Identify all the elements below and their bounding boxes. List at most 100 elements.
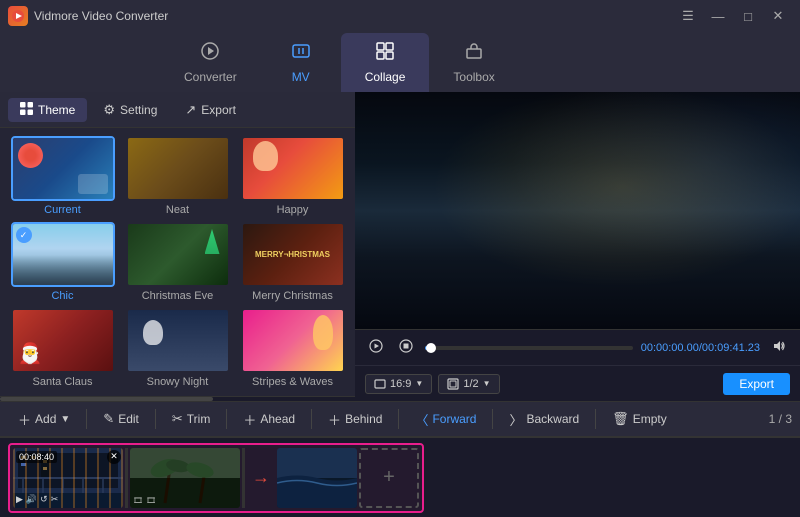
ratio-selector[interactable]: 16:9 ▼ — [365, 374, 432, 394]
ahead-icon: ＋ — [243, 410, 256, 429]
theme-thumb-current — [11, 136, 115, 201]
theme-thumb-chic: ✓ — [11, 222, 115, 287]
clip-divider-2 — [242, 448, 245, 508]
city-bg — [355, 92, 800, 329]
theme-item-snowy[interactable]: Snowy Night — [123, 308, 232, 388]
forward-button[interactable]: 〈 Forward — [405, 406, 486, 433]
theme-item-christmas-eve[interactable]: Christmas Eve — [123, 222, 232, 302]
export-button[interactable]: Export — [723, 373, 790, 395]
ratio-dropdown-icon: ▼ — [415, 379, 423, 388]
backward-button[interactable]: 〉 Backward — [499, 406, 589, 433]
tab-collage-label: Collage — [365, 70, 406, 84]
timeline-inner: 00:08:40 ✕ ▶ 🔊 ↺ ✂ — [8, 443, 424, 513]
trim-button[interactable]: ✂ Trim — [162, 407, 220, 431]
sub-tabs: Theme ⚙ Setting ↗ Export — [0, 92, 355, 128]
minimize-btn[interactable]: — — [704, 4, 732, 28]
page-count: 1 / 3 — [769, 412, 792, 426]
toolbar-right: 1 / 3 — [769, 412, 792, 426]
sub-tab-export-label: Export — [201, 103, 236, 117]
empty-button[interactable]: 🗑 Empty — [602, 407, 677, 431]
separator-6 — [492, 409, 493, 429]
titlebar-controls: ☰ — □ ✕ — [674, 4, 792, 28]
clip-item-3[interactable] — [277, 448, 357, 508]
app-window: Vidmore Video Converter ☰ — □ ✕ Converte… — [0, 0, 800, 517]
clip-cut-icon: ✂ — [51, 494, 59, 505]
export-icon: ↗ — [185, 102, 196, 118]
titlebar: Vidmore Video Converter ☰ — □ ✕ — [0, 0, 800, 32]
add-icon: ＋ — [18, 410, 31, 429]
clip-2-icon-1: 🎞 — [133, 496, 143, 505]
sub-tab-export[interactable]: ↗ Export — [173, 98, 248, 122]
collage-icon — [375, 41, 395, 66]
add-clip-button[interactable]: + — [359, 448, 419, 508]
theme-label-christmas-eve: Christmas Eve — [142, 290, 214, 302]
theme-item-santa[interactable]: Santa Claus — [8, 308, 117, 388]
clip-divider-1 — [125, 448, 128, 508]
clip-item-2[interactable]: 🎞 🎞 — [130, 448, 240, 508]
stop-btn[interactable] — [395, 337, 417, 358]
maximize-btn[interactable]: □ — [734, 4, 762, 28]
scale-dropdown-icon: ▼ — [483, 379, 491, 388]
toolbox-icon — [464, 41, 484, 66]
theme-label-santa: Santa Claus — [33, 376, 93, 388]
theme-thumb-snowy — [126, 308, 230, 373]
tab-mv-label: MV — [292, 70, 310, 84]
theme-label-chic: Chic — [51, 290, 73, 302]
tab-converter-label: Converter — [184, 70, 237, 84]
tab-collage[interactable]: Collage — [341, 33, 430, 92]
preview-bg — [355, 92, 800, 329]
bottom-left: 16:9 ▼ 1/2 ▼ — [365, 374, 500, 394]
volume-btn[interactable] — [768, 337, 790, 358]
sub-tab-theme[interactable]: Theme — [8, 98, 87, 122]
progress-bar[interactable] — [425, 346, 633, 350]
theme-item-chic[interactable]: ✓ Chic — [8, 222, 117, 302]
sub-tab-theme-label: Theme — [38, 103, 75, 117]
mv-icon — [291, 41, 311, 66]
sub-tab-setting[interactable]: ⚙ Setting — [91, 98, 169, 122]
separator-5 — [398, 409, 399, 429]
add-button[interactable]: ＋ Add ▼ — [8, 406, 80, 433]
theme-thumb-stripes — [241, 308, 345, 373]
arrow-indicator: → — [252, 467, 270, 488]
backward-icon: 〉 — [509, 410, 522, 429]
theme-item-neat[interactable]: Neat — [123, 136, 232, 216]
theme-thumb-neat — [126, 136, 230, 201]
edit-icon: ✎ — [103, 411, 114, 427]
clip-rotate-icon: ↺ — [40, 494, 48, 505]
clip-item-1[interactable]: 00:08:40 ✕ ▶ 🔊 ↺ ✂ — [13, 448, 123, 508]
theme-label-neat: Neat — [166, 204, 189, 216]
tab-converter[interactable]: Converter — [160, 33, 261, 92]
scale-value: 1/2 — [463, 378, 478, 390]
separator-4 — [311, 409, 312, 429]
window-menu-btn[interactable]: ☰ — [674, 4, 702, 28]
clip-volume-icon: 🔊 — [26, 494, 37, 505]
app-icon — [8, 6, 28, 26]
trim-icon: ✂ — [172, 411, 183, 427]
separator-3 — [226, 409, 227, 429]
scale-selector[interactable]: 1/2 ▼ — [438, 374, 499, 394]
play-btn[interactable] — [365, 337, 387, 358]
theme-item-merry-christmas[interactable]: Merry Christmas — [238, 222, 347, 302]
theme-item-stripes[interactable]: Stripes & Waves — [238, 308, 347, 388]
theme-label-snowy: Snowy Night — [147, 376, 209, 388]
progress-dot — [426, 343, 436, 353]
theme-item-happy[interactable]: Happy — [238, 136, 347, 216]
clip-2-icon-2: 🎞 — [146, 496, 156, 505]
ahead-button[interactable]: ＋ Ahead — [233, 406, 305, 433]
theme-item-current[interactable]: Current — [8, 136, 117, 216]
theme-label-happy: Happy — [277, 204, 309, 216]
close-btn[interactable]: ✕ — [764, 4, 792, 28]
left-panel: Theme ⚙ Setting ↗ Export Current — [0, 92, 355, 401]
tab-toolbox[interactable]: Toolbox — [429, 33, 518, 92]
bottom-right: Export — [723, 373, 790, 395]
theme-thumb-santa — [11, 308, 115, 373]
tab-toolbox-label: Toolbox — [453, 70, 494, 84]
titlebar-left: Vidmore Video Converter — [8, 6, 168, 26]
theme-grid: Current Neat Happy — [0, 128, 355, 396]
clip-1-close[interactable]: ✕ — [107, 450, 121, 464]
nav-tabs: Converter MV Collage Toolbox — [0, 32, 800, 92]
behind-button[interactable]: ＋ Behind — [318, 406, 392, 433]
chic-check-badge: ✓ — [16, 227, 32, 243]
tab-mv[interactable]: MV — [261, 33, 341, 92]
edit-button[interactable]: ✎ Edit — [93, 407, 149, 431]
